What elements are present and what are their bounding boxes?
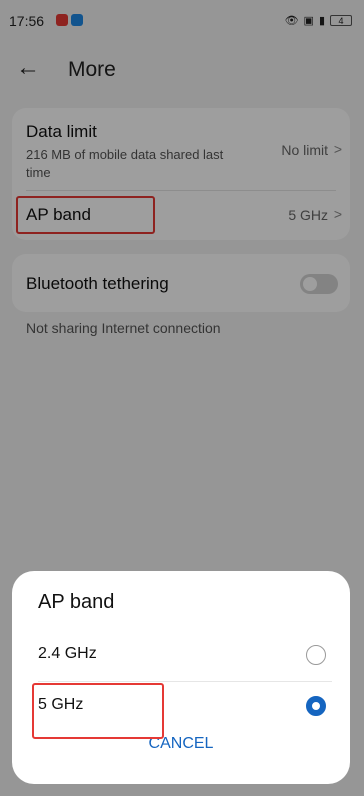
highlight-box-5ghz xyxy=(32,683,164,739)
option-2-4ghz[interactable]: 2.4 GHz xyxy=(12,631,350,681)
radio-checked-icon[interactable] xyxy=(306,696,326,716)
dialog-title: AP band xyxy=(38,591,115,613)
ap-band-dialog: AP band 2.4 GHz 5 GHz CANCEL xyxy=(12,571,350,784)
option-label: 2.4 GHz xyxy=(38,645,97,662)
radio-unchecked-icon[interactable] xyxy=(306,645,326,665)
